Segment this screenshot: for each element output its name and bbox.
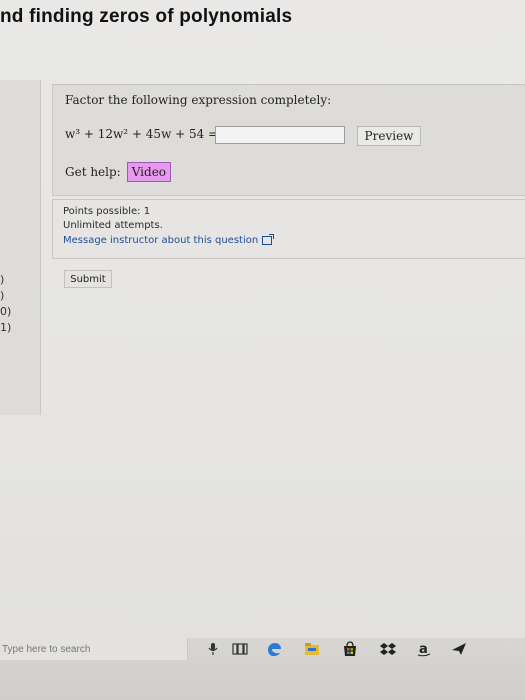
message-instructor-label: Message instructor about this question — [63, 235, 259, 246]
get-help-label: Get help: — [65, 165, 121, 179]
left-sidebar: ) ) 0) 1) — [0, 80, 41, 415]
sidebar-item[interactable]: 0) — [0, 305, 11, 318]
taskbar-search[interactable]: Type here to search — [0, 638, 188, 660]
svg-text:a: a — [419, 642, 428, 657]
math-expression: w³ + 12w² + 45w + 54 = — [65, 127, 219, 141]
store-icon[interactable] — [342, 641, 358, 657]
sidebar-item[interactable]: ) — [0, 289, 4, 302]
sidebar-item[interactable]: 1) — [0, 321, 11, 334]
video-button[interactable]: Video — [126, 162, 172, 182]
amazon-icon[interactable]: a — [416, 641, 432, 657]
page-title: nd finding zeros of polynomials — [0, 6, 293, 27]
send-icon[interactable] — [451, 641, 467, 657]
points-panel: Points possible: 1 Unlimited attempts. M… — [52, 199, 525, 259]
message-instructor-link[interactable]: Message instructor about this question — [63, 234, 275, 246]
attempts-info: Unlimited attempts. — [63, 220, 163, 231]
external-link-icon — [262, 234, 275, 245]
dropbox-icon[interactable] — [380, 641, 396, 657]
file-explorer-icon[interactable] — [304, 641, 320, 657]
points-possible: Points possible: 1 — [63, 206, 151, 217]
preview-button[interactable]: Preview — [357, 126, 421, 146]
get-help-row: Get help: Video — [65, 162, 172, 182]
question-prompt: Factor the following expression complete… — [65, 93, 332, 107]
search-placeholder: Type here to search — [2, 643, 91, 655]
sidebar-item[interactable]: ) — [0, 273, 4, 286]
microphone-icon[interactable] — [205, 641, 221, 657]
edge-icon[interactable] — [266, 641, 282, 657]
question-panel: Factor the following expression complete… — [52, 84, 525, 196]
task-view-icon[interactable] — [232, 641, 248, 657]
answer-input[interactable] — [215, 126, 345, 144]
submit-button[interactable]: Submit — [64, 270, 112, 288]
taskbar: Type here to search a — [0, 638, 525, 700]
